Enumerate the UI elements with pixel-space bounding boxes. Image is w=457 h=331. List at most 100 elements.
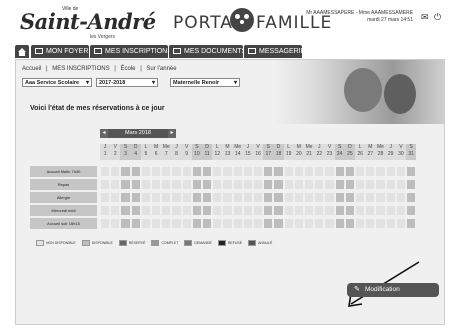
calendar-cell[interactable]	[283, 205, 294, 216]
calendar-cell[interactable]	[344, 205, 355, 216]
calendar-cell[interactable]	[212, 179, 223, 190]
calendar-cell[interactable]	[202, 166, 213, 177]
calendar-cell[interactable]	[253, 179, 264, 190]
calendar-cell[interactable]	[171, 179, 182, 190]
calendar-cell[interactable]	[202, 192, 213, 203]
calendar-cell[interactable]	[385, 192, 396, 203]
calendar-cell[interactable]	[324, 179, 335, 190]
calendar-cell[interactable]	[304, 179, 315, 190]
calendar-cell[interactable]	[324, 218, 335, 229]
calendar-cell[interactable]	[406, 192, 417, 203]
calendar-cell[interactable]	[385, 166, 396, 177]
calendar-cell[interactable]	[365, 192, 376, 203]
calendar-cell[interactable]	[273, 179, 284, 190]
breadcrumb-accueil[interactable]: Accueil	[22, 66, 41, 72]
calendar-cell[interactable]	[181, 218, 192, 229]
calendar-cell[interactable]	[344, 218, 355, 229]
calendar-cell[interactable]	[344, 179, 355, 190]
calendar-cell[interactable]	[304, 192, 315, 203]
calendar-cell[interactable]	[253, 218, 264, 229]
calendar-cell[interactable]	[273, 166, 284, 177]
mail-icon[interactable]: ✉	[421, 13, 430, 22]
calendar-cell[interactable]	[130, 205, 141, 216]
calendar-cell[interactable]	[324, 205, 335, 216]
calendar-cell[interactable]	[314, 179, 325, 190]
calendar-cell[interactable]	[151, 218, 162, 229]
prev-month-button[interactable]: ◂	[100, 129, 108, 138]
city-logo[interactable]: Ville de Saint-André les Vergers	[18, 4, 156, 42]
calendar-cell[interactable]	[222, 205, 233, 216]
calendar-cell[interactable]	[161, 205, 172, 216]
calendar-cell[interactable]	[324, 166, 335, 177]
calendar-cell[interactable]	[283, 192, 294, 203]
calendar-cell[interactable]	[344, 192, 355, 203]
calendar-cell[interactable]	[395, 179, 406, 190]
calendar-cell[interactable]	[202, 205, 213, 216]
calendar-cell[interactable]	[273, 218, 284, 229]
calendar-cell[interactable]	[314, 218, 325, 229]
calendar-cell[interactable]	[100, 205, 111, 216]
calendar-cell[interactable]	[110, 166, 121, 177]
calendar-cell[interactable]	[304, 218, 315, 229]
calendar-cell[interactable]	[365, 205, 376, 216]
calendar-cell[interactable]	[140, 166, 151, 177]
calendar-cell[interactable]	[191, 166, 202, 177]
calendar-cell[interactable]	[140, 192, 151, 203]
calendar-cell[interactable]	[253, 205, 264, 216]
calendar-cell[interactable]	[191, 218, 202, 229]
calendar-cell[interactable]	[140, 205, 151, 216]
year-select[interactable]: 2017-2018	[96, 78, 158, 88]
calendar-cell[interactable]	[375, 205, 386, 216]
calendar-cell[interactable]	[344, 166, 355, 177]
calendar-cell[interactable]	[273, 192, 284, 203]
calendar-cell[interactable]	[110, 205, 121, 216]
calendar-cell[interactable]	[120, 205, 131, 216]
calendar-cell[interactable]	[232, 179, 243, 190]
calendar-cell[interactable]	[395, 192, 406, 203]
calendar-cell[interactable]	[151, 179, 162, 190]
calendar-cell[interactable]	[191, 179, 202, 190]
calendar-cell[interactable]	[100, 192, 111, 203]
home-icon[interactable]	[15, 45, 29, 58]
calendar-cell[interactable]	[171, 166, 182, 177]
calendar-cell[interactable]	[212, 218, 223, 229]
calendar-cell[interactable]	[395, 205, 406, 216]
calendar-cell[interactable]	[365, 166, 376, 177]
calendar-cell[interactable]	[375, 166, 386, 177]
tab-mon-foyer[interactable]: MON FOYER	[31, 45, 89, 58]
calendar-cell[interactable]	[171, 192, 182, 203]
calendar-cell[interactable]	[304, 205, 315, 216]
calendar-cell[interactable]	[375, 218, 386, 229]
calendar-cell[interactable]	[110, 192, 121, 203]
calendar-cell[interactable]	[406, 166, 417, 177]
calendar-cell[interactable]	[151, 192, 162, 203]
tab-messagerie[interactable]: MESSAGERIE	[244, 45, 305, 58]
calendar-cell[interactable]	[212, 192, 223, 203]
calendar-cell[interactable]	[171, 205, 182, 216]
school-select[interactable]: Maternelle Renoir	[170, 78, 240, 88]
calendar-cell[interactable]	[222, 218, 233, 229]
calendar-cell[interactable]	[293, 218, 304, 229]
calendar-cell[interactable]	[151, 205, 162, 216]
calendar-cell[interactable]	[283, 166, 294, 177]
calendar-cell[interactable]	[130, 179, 141, 190]
calendar-cell[interactable]	[406, 205, 417, 216]
calendar-cell[interactable]	[355, 192, 366, 203]
calendar-cell[interactable]	[283, 179, 294, 190]
calendar-cell[interactable]	[181, 192, 192, 203]
calendar-cell[interactable]	[130, 166, 141, 177]
calendar-cell[interactable]	[375, 179, 386, 190]
logout-icon[interactable]: ⏻	[434, 13, 443, 22]
calendar-cell[interactable]	[395, 218, 406, 229]
calendar-cell[interactable]	[161, 166, 172, 177]
calendar-cell[interactable]	[222, 192, 233, 203]
calendar-cell[interactable]	[171, 218, 182, 229]
calendar-cell[interactable]	[222, 166, 233, 177]
calendar-cell[interactable]	[355, 179, 366, 190]
calendar-cell[interactable]	[263, 166, 274, 177]
calendar-cell[interactable]	[232, 218, 243, 229]
calendar-cell[interactable]	[140, 179, 151, 190]
calendar-cell[interactable]	[191, 192, 202, 203]
calendar-cell[interactable]	[293, 166, 304, 177]
calendar-cell[interactable]	[385, 205, 396, 216]
